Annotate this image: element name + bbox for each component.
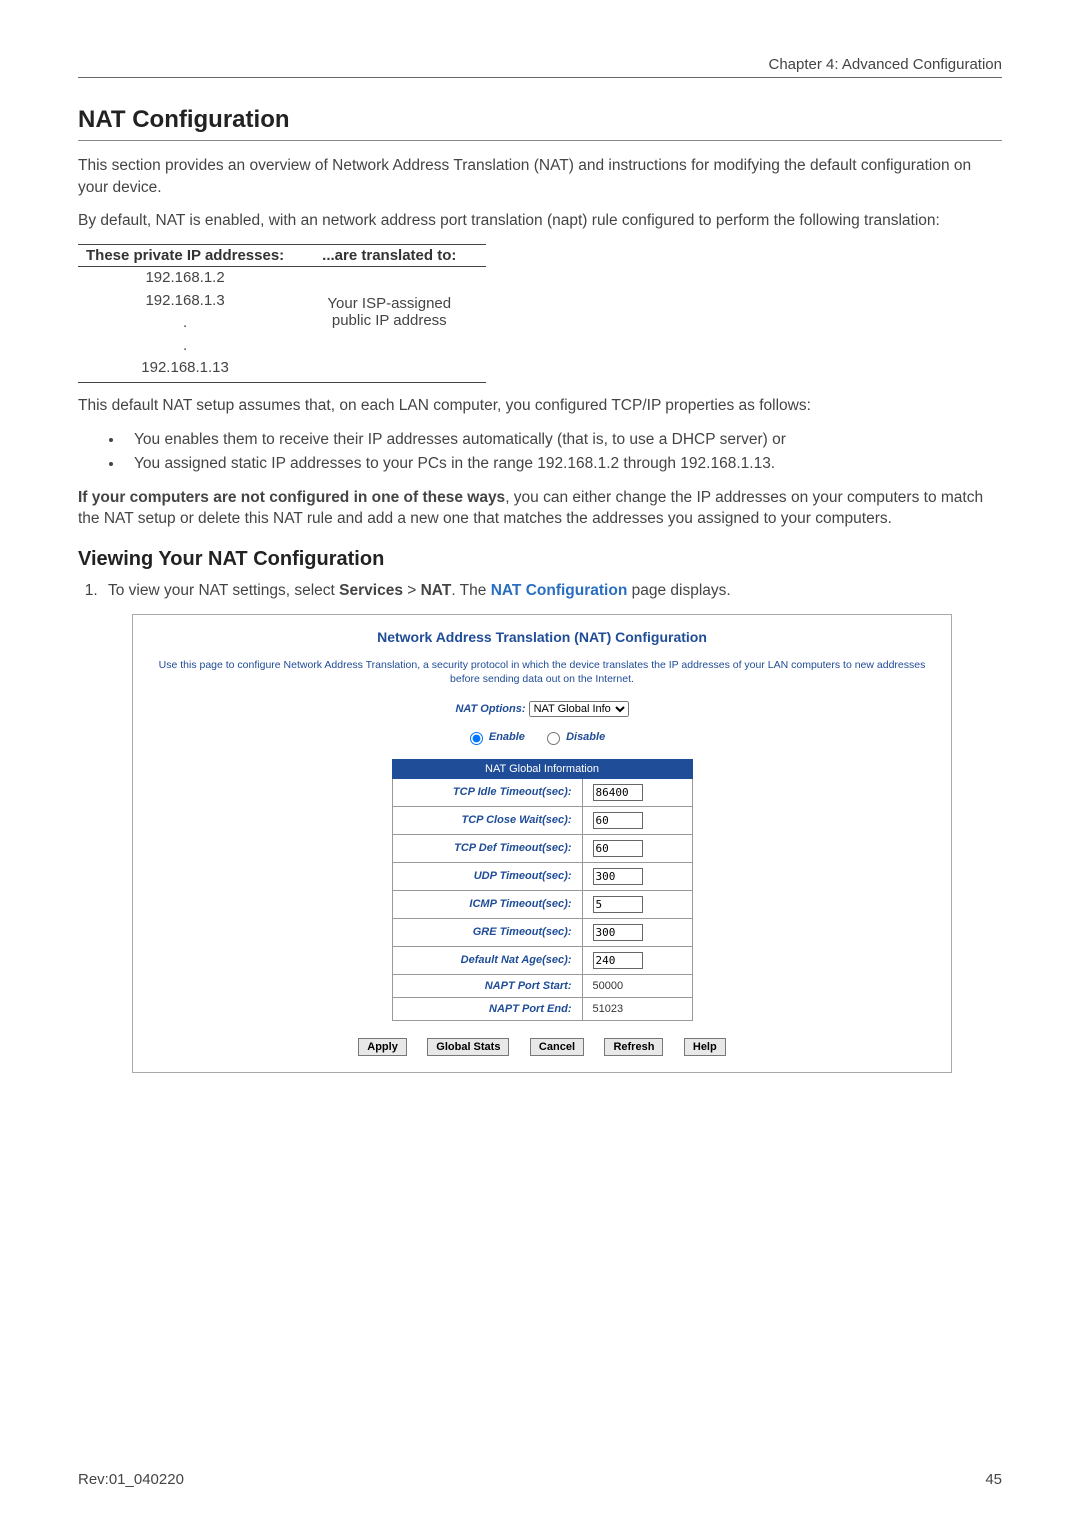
ip-table-h1: These private IP addresses: [78, 245, 314, 267]
row-k-7: NAPT Port Start: [392, 974, 582, 997]
footer-page: 45 [985, 1471, 1002, 1488]
tcp-idle-input[interactable] [593, 784, 643, 801]
section-title: NAT Configuration [78, 106, 1002, 134]
step-1: To view your NAT settings, select Servic… [102, 579, 1002, 602]
table-row: TCP Idle Timeout(sec): [392, 778, 692, 806]
default-nat-input[interactable] [593, 952, 643, 969]
row-k-5: GRE Timeout(sec): [392, 918, 582, 946]
enable-label[interactable]: Enable [465, 731, 525, 743]
table-row: ICMP Timeout(sec): [392, 890, 692, 918]
row-k-8: NAPT Port End: [392, 997, 582, 1020]
nat-options-label: NAT Options: [455, 703, 525, 715]
ip-dot2: . [86, 335, 284, 358]
refresh-button[interactable]: Refresh [604, 1038, 663, 1056]
table-row: TCP Close Wait(sec): [392, 806, 692, 834]
table-row: Default Nat Age(sec): [392, 946, 692, 974]
step1-e: . The [451, 582, 490, 599]
disable-text: Disable [566, 731, 605, 743]
nat-table-header: NAT Global Information [392, 759, 692, 778]
ss-title: Network Address Translation (NAT) Config… [143, 629, 941, 645]
ip-list-cell: 192.168.1.2 192.168.1.3 . . [78, 267, 314, 358]
intro-p2: By default, NAT is enabled, with an netw… [78, 210, 1002, 232]
row-k-3: UDP Timeout(sec): [392, 862, 582, 890]
tcp-close-input[interactable] [593, 812, 643, 829]
step1-f: NAT Configuration [491, 582, 628, 599]
ss-desc: Use this page to configure Network Addre… [143, 659, 941, 686]
gre-input[interactable] [593, 924, 643, 941]
napt-end-value: 51023 [582, 997, 692, 1020]
nat-options-row: NAT Options: NAT Global Info [143, 701, 941, 717]
step1-a: To view your NAT settings, select [108, 582, 339, 599]
apply-button[interactable]: Apply [358, 1038, 407, 1056]
table-row: NAPT Port Start:50000 [392, 974, 692, 997]
disable-radio[interactable] [547, 732, 560, 745]
row-k-6: Default Nat Age(sec): [392, 946, 582, 974]
napt-start-value: 50000 [582, 974, 692, 997]
translated-2: public IP address [322, 312, 456, 329]
table-row: UDP Timeout(sec): [392, 862, 692, 890]
row-k-2: TCP Def Timeout(sec): [392, 834, 582, 862]
intro-p1: This section provides an overview of Net… [78, 155, 1002, 198]
enable-text: Enable [489, 731, 525, 743]
step1-b: Services [339, 582, 403, 599]
button-row: Apply Global Stats Cancel Refresh Help [143, 1037, 941, 1056]
enable-disable-row: Enable Disable [143, 729, 941, 745]
translated-1: Your ISP-assigned [322, 295, 456, 312]
ip-1: 192.168.1.2 [86, 267, 284, 290]
row-k-1: TCP Close Wait(sec): [392, 806, 582, 834]
row-k-0: TCP Idle Timeout(sec): [392, 778, 582, 806]
nat-config-screenshot: Network Address Translation (NAT) Config… [132, 614, 952, 1072]
chapter-header: Chapter 4: Advanced Configuration [78, 56, 1002, 78]
page-footer: Rev:01_040220 45 [78, 1471, 1002, 1488]
disable-label[interactable]: Disable [542, 731, 605, 743]
ip-2: 192.168.1.3 [86, 290, 284, 313]
steps-list: To view your NAT settings, select Servic… [78, 579, 1002, 602]
nat-options-select[interactable]: NAT Global Info [529, 701, 629, 717]
ip-last: 192.168.1.13 [78, 357, 314, 382]
cancel-button[interactable]: Cancel [530, 1038, 584, 1056]
table-row: TCP Def Timeout(sec): [392, 834, 692, 862]
ip-table-h2: ...are translated to: [314, 245, 486, 267]
bullet-list: You enables them to receive their IP add… [78, 428, 1002, 475]
after-table-p: This default NAT setup assumes that, on … [78, 395, 1002, 417]
translated-cell: Your ISP-assigned public IP address [314, 267, 486, 358]
bullet-2: You assigned static IP addresses to your… [124, 452, 1002, 475]
table-row: GRE Timeout(sec): [392, 918, 692, 946]
table-row: NAPT Port End:51023 [392, 997, 692, 1020]
section-rule [78, 140, 1002, 141]
subsection-title: Viewing Your NAT Configuration [78, 548, 1002, 571]
step1-c: > [403, 582, 421, 599]
footer-rev: Rev:01_040220 [78, 1471, 184, 1488]
step1-d: NAT [421, 582, 452, 599]
empty-cell [314, 357, 486, 382]
tcp-def-input[interactable] [593, 840, 643, 857]
icmp-input[interactable] [593, 896, 643, 913]
nat-global-table: NAT Global Information TCP Idle Timeout(… [392, 759, 693, 1021]
row-k-4: ICMP Timeout(sec): [392, 890, 582, 918]
help-button[interactable]: Help [684, 1038, 726, 1056]
if-not-configured: If your computers are not configured in … [78, 487, 1002, 530]
bullet-1: You enables them to receive their IP add… [124, 428, 1002, 451]
global-stats-button[interactable]: Global Stats [427, 1038, 509, 1056]
ip-dot1: . [86, 312, 284, 335]
if-not-lead: If your computers are not configured in … [78, 489, 505, 506]
udp-input[interactable] [593, 868, 643, 885]
step1-g: page displays. [627, 582, 730, 599]
enable-radio[interactable] [470, 732, 483, 745]
ip-mapping-table: These private IP addresses: ...are trans… [78, 244, 486, 383]
